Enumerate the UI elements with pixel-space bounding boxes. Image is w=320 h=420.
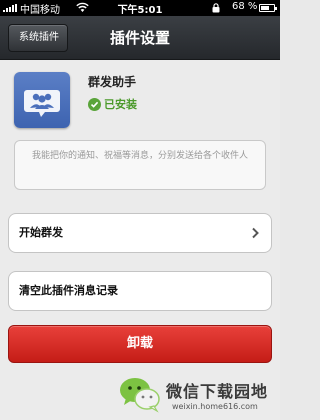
rotation-lock-icon [212, 3, 220, 13]
clear-history-button[interactable]: 清空此插件消息记录 [8, 271, 272, 311]
installed-label: 已安装 [104, 98, 137, 111]
start-broadcast-button[interactable]: 开始群发 [8, 213, 272, 253]
status-bar: 中国移动 下午5:01 68 % [0, 0, 280, 16]
battery-percent: 68 % [232, 1, 258, 12]
plugin-description: 我能把你的通知、祝福等消息，分别发送给各个收件人 [14, 140, 266, 190]
screen: 中国移动 下午5:01 68 % 系统插件 插件设置 群发助手 已安装 我能把你… [0, 0, 280, 420]
page-title: 插件设置 [109, 29, 170, 47]
battery-icon [259, 4, 277, 12]
watermark-url: weixin.home616.com [172, 402, 258, 411]
watermark-title: 微信下载园地 [166, 382, 269, 401]
chevron-right-icon [252, 227, 259, 239]
group-chat-icon [14, 72, 70, 128]
wechat-logo-icon [120, 378, 160, 413]
clear-history-label: 清空此插件消息记录 [19, 284, 118, 297]
check-icon [88, 97, 101, 111]
site-watermark: 微信下载园地 weixin.home616.com [0, 366, 280, 420]
plugin-name: 群发助手 [88, 75, 137, 89]
start-broadcast-label: 开始群发 [19, 226, 63, 239]
installed-status: 已安装 [88, 96, 137, 112]
uninstall-button[interactable]: 卸载 [8, 325, 272, 363]
navigation-bar: 系统插件 插件设置 [0, 16, 280, 60]
